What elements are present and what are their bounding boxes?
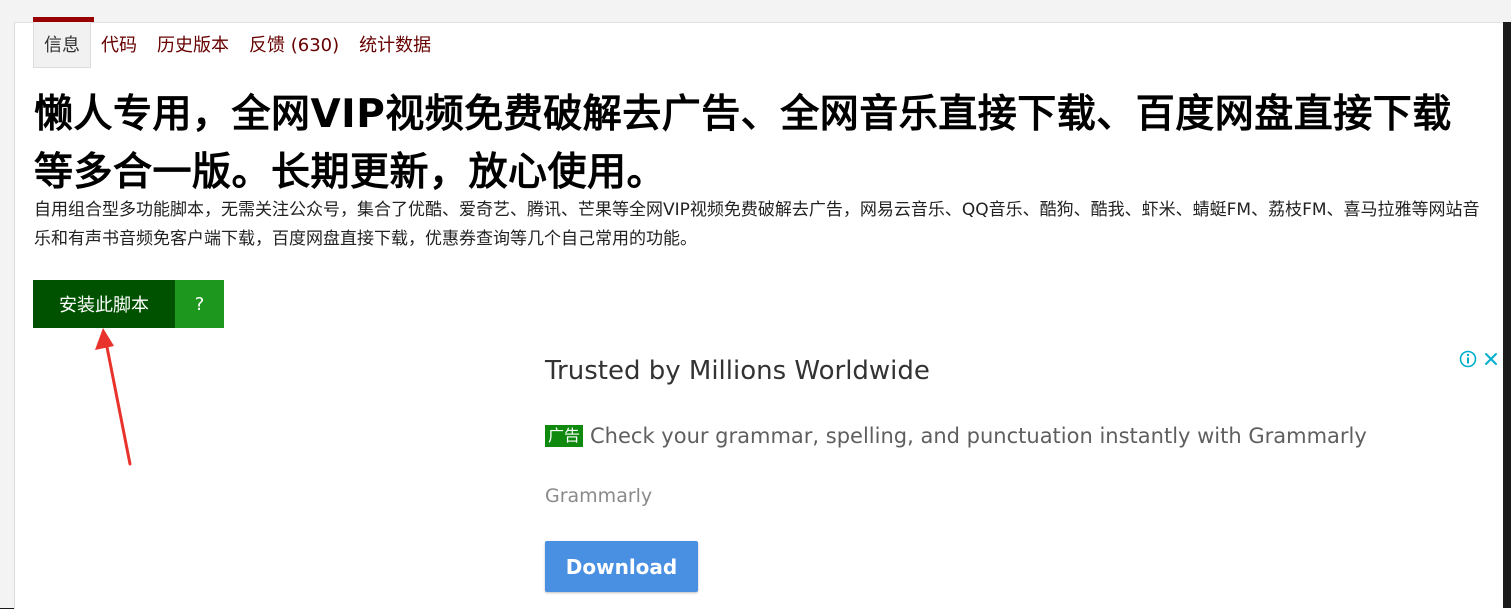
ad-body-text: Check your grammar, spelling, and punctu…: [590, 424, 1367, 448]
red-arrow-annotation: [95, 328, 132, 466]
script-title: 懒人专用，全网VIP视频免费破解去广告、全网音乐直接下载、百度网盘直接下载等多合…: [34, 92, 1452, 195]
ad-headline[interactable]: Trusted by Millions Worldwide: [545, 356, 930, 386]
ad-badge: 广告: [545, 425, 584, 447]
page: 信息 代码 历史版本 反馈 (630) 统计数据 懒人专用，全网VIP视频免费破…: [0, 0, 1511, 609]
close-icon[interactable]: [1482, 350, 1500, 368]
install-help-button[interactable]: ?: [175, 280, 224, 328]
tab-info[interactable]: 信息: [33, 22, 91, 68]
window-edge: [1503, 22, 1511, 608]
tab-stats[interactable]: 统计数据: [349, 22, 441, 68]
script-tabs: 信息 代码 历史版本 反馈 (630) 统计数据: [33, 22, 441, 68]
ad-body[interactable]: 广告 Check your grammar, spelling, and pun…: [545, 424, 1367, 448]
tab-history[interactable]: 历史版本: [147, 22, 239, 68]
tab-code[interactable]: 代码: [91, 22, 147, 68]
advertisement: Trusted by Millions Worldwide 广告 Check y…: [545, 350, 1505, 608]
tab-feedback[interactable]: 反馈 (630): [239, 22, 349, 68]
script-description: 自用组合型多功能脚本，无需关注公众号，集合了优酷、爱奇艺、腾讯、芒果等全网VIP…: [34, 200, 1480, 249]
info-icon[interactable]: [1459, 350, 1477, 368]
ad-download-button[interactable]: Download: [545, 541, 698, 592]
ad-brand[interactable]: Grammarly: [545, 485, 652, 507]
